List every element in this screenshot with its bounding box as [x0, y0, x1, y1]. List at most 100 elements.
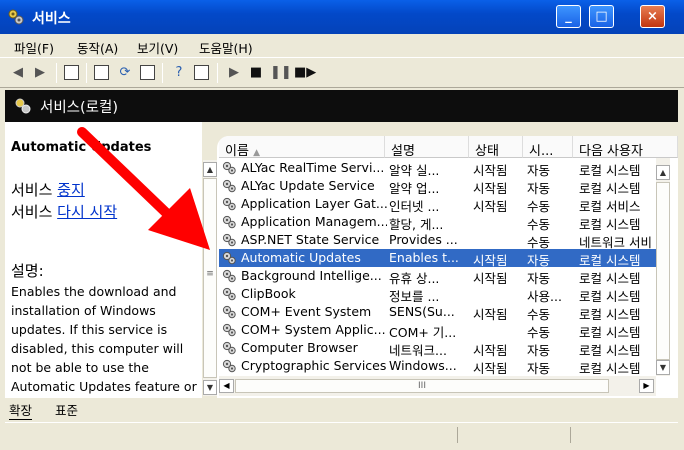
cell-desc: Provides ... — [389, 232, 458, 247]
services-gear-icon — [8, 9, 24, 25]
forward-arrow-icon[interactable]: ▶ — [32, 65, 48, 81]
column-logon-as[interactable]: 다음 사용자 — [573, 136, 678, 158]
service-gear-icon — [222, 179, 236, 193]
scroll-thumb[interactable] — [656, 182, 670, 360]
maximize-button[interactable]: □ — [589, 5, 614, 28]
service-gear-icon — [222, 269, 236, 283]
service-row[interactable]: ClipBook 정보를 ... 사용... 로컬 시스템 — [219, 285, 656, 304]
service-gear-icon — [222, 323, 236, 337]
close-button[interactable]: × — [640, 5, 665, 28]
cell-desc: Windows... — [389, 358, 457, 373]
cell-name: ClipBook — [241, 286, 296, 301]
services-gear-icon — [15, 98, 31, 114]
pause-service-icon[interactable]: ❚❚ — [270, 65, 292, 81]
service-row[interactable]: Background Intellige... 유휴 상... 시작됨 자동 로컬 시스… — [219, 267, 656, 286]
scroll-thumb[interactable]: ≡ — [203, 178, 217, 378]
scroll-right-button[interactable]: ▶ — [639, 379, 654, 393]
service-row[interactable]: ALYac Update Service 알약 업... 시작됨 자동 로컬 시스템 — [219, 177, 656, 196]
properties-icon[interactable] — [94, 65, 109, 80]
service-gear-icon — [222, 359, 236, 373]
show-action-pane-icon[interactable] — [194, 65, 209, 80]
restart-service-icon[interactable]: ■▶ — [294, 65, 316, 81]
start-service-icon[interactable]: ▶ — [226, 65, 242, 81]
status-separator — [457, 427, 458, 443]
back-arrow-icon[interactable]: ◀ — [10, 65, 26, 81]
column-description[interactable]: 설명 — [385, 136, 469, 158]
service-gear-icon — [222, 341, 236, 355]
toolbar: ◀ ▶ ⟳ ? ▶ ■ ❚❚ ■▶ — [0, 58, 684, 88]
scroll-thumb[interactable]: III — [235, 379, 609, 393]
restart-service-link[interactable]: 다시 시작 — [57, 203, 117, 221]
menu-file[interactable]: 파일(F) — [14, 38, 54, 57]
status-bar — [5, 422, 678, 446]
column-name[interactable]: 이름 ▲ — [219, 136, 385, 158]
service-row[interactable]: Automatic Updates Enables t... 시작됨 자동 로컬 시스템 — [219, 249, 656, 268]
left-pane-scrollbar[interactable]: ▲ ≡ ▼ — [203, 160, 217, 396]
tab-standard[interactable]: 표준 — [55, 400, 78, 419]
service-gear-icon — [222, 197, 236, 211]
toolbar-separator — [217, 63, 218, 83]
cell-start: 자동 — [527, 361, 551, 376]
action-prefix: 서비스 — [11, 181, 58, 199]
description-label: 설명: — [11, 262, 44, 280]
tab-extended[interactable]: 확장 — [9, 400, 33, 420]
cell-name: Cryptographic Services — [241, 358, 387, 373]
service-row[interactable]: COM+ Event System SENS(Su... 시작됨 수동 로컬 시스템 — [219, 303, 656, 322]
cell-name: ASP.NET State Service — [241, 232, 380, 247]
service-row[interactable]: Application Layer Gat... 인터넷 ... 시작됨 수동 로컬 서… — [219, 195, 656, 214]
list-horizontal-scrollbar[interactable]: ◀ III ▶ — [219, 376, 656, 396]
refresh-icon[interactable]: ⟳ — [117, 65, 133, 81]
description-text: Enables the download and installation of… — [11, 284, 197, 394]
cell-name: Automatic Updates — [241, 250, 361, 265]
service-row[interactable]: ASP.NET State Service Provides ... 수동 네트워크 … — [219, 231, 656, 250]
cell-name: ALYac RealTime Servi... — [241, 160, 385, 175]
list-vertical-scrollbar[interactable]: ▲ ▼ — [656, 158, 670, 376]
stop-service-link[interactable]: 중지 — [57, 181, 85, 199]
cell-desc: SENS(Su... — [389, 304, 455, 319]
service-gear-icon — [222, 215, 236, 229]
toolbar-separator — [56, 63, 57, 83]
cell-name: Application Managem... — [241, 214, 387, 229]
cell-name: COM+ System Applic... — [241, 322, 386, 337]
scroll-left-button[interactable]: ◀ — [219, 379, 234, 393]
toolbar-separator — [86, 63, 87, 83]
cell-name: ALYac Update Service — [241, 178, 375, 193]
scroll-down-button[interactable]: ▼ — [656, 360, 670, 375]
column-status[interactable]: 상태 — [469, 136, 523, 158]
service-gear-icon — [222, 161, 236, 175]
export-list-icon[interactable] — [140, 65, 155, 80]
menu-view[interactable]: 보기(V) — [137, 38, 178, 57]
view-tabs: 확장 표준 — [5, 398, 678, 420]
service-row[interactable]: COM+ System Applic... COM+ 기... 수동 로컬 시스템 — [219, 321, 656, 340]
scroll-down-button[interactable]: ▼ — [203, 380, 217, 395]
stop-service-icon[interactable]: ■ — [248, 65, 264, 81]
service-detail-pane: Automatic Updates 서비스 중지 서비스 다시 시작 설명: E… — [5, 122, 202, 398]
service-row[interactable]: Application Managem... 할당, 게... 수동 로컬 시스템 — [219, 213, 656, 232]
action-prefix: 서비스 — [11, 203, 58, 221]
column-startup-type[interactable]: 시... — [523, 136, 573, 158]
menu-help[interactable]: 도움말(H) — [199, 38, 253, 57]
window-title: 서비스 — [32, 11, 71, 27]
cell-name: Computer Browser — [241, 340, 358, 355]
service-gear-icon — [222, 233, 236, 247]
service-row[interactable]: Cryptographic Services Windows... 시작됨 자동 로컬 … — [219, 357, 656, 376]
service-row[interactable]: Computer Browser 네트워크... 시작됨 자동 로컬 시스템 — [219, 339, 656, 358]
minimize-button[interactable]: _ — [556, 5, 581, 28]
show-hide-tree-icon[interactable] — [64, 65, 79, 80]
service-row[interactable]: ALYac RealTime Servi... 알약 실... 시작됨 자동 로컬 시스… — [219, 159, 656, 178]
cell-status: 시작됨 — [473, 361, 508, 376]
menu-action[interactable]: 동작(A) — [77, 38, 118, 57]
stop-service-action: 서비스 중지 — [11, 179, 85, 200]
scroll-up-button[interactable]: ▲ — [203, 162, 217, 177]
service-gear-icon — [222, 287, 236, 301]
cell-name: COM+ Event System — [241, 304, 372, 319]
services-list: 이름 ▲ 설명 상태 시... 다음 사용자 ALYac RealTime Se… — [217, 136, 678, 398]
panel-header-label: 서비스(로컬) — [40, 100, 119, 116]
restart-service-action: 서비스 다시 시작 — [11, 201, 117, 222]
title-bar: 서비스 _ □ × — [0, 0, 684, 34]
help-icon[interactable]: ? — [171, 65, 187, 81]
service-gear-icon — [222, 251, 236, 265]
toolbar-separator — [162, 63, 163, 83]
scroll-up-button[interactable]: ▲ — [656, 165, 670, 180]
sort-ascending-icon: ▲ — [253, 148, 260, 158]
